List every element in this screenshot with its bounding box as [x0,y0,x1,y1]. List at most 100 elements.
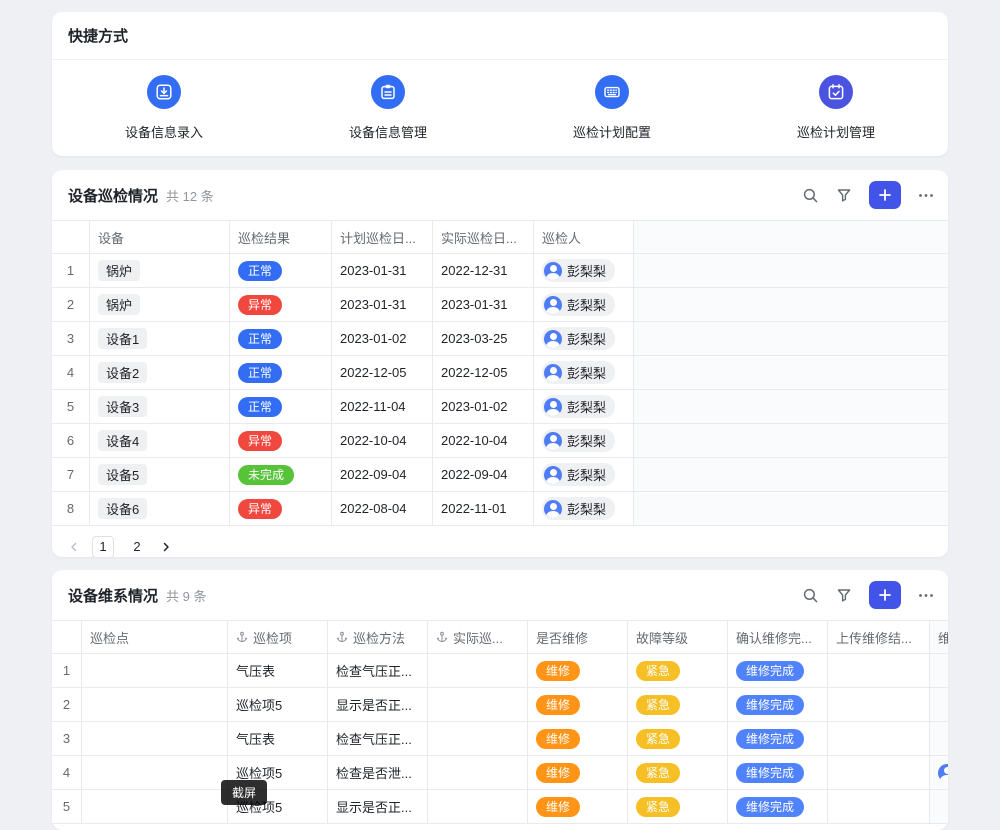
cell-method[interactable]: 检查是否泄... [328,756,428,789]
shortcut-plan-manage[interactable]: 巡检计划管理 [724,60,948,156]
cell-upload[interactable] [828,688,930,721]
row-number[interactable]: 5 [52,790,82,823]
cell-method[interactable]: 检查气压正... [328,654,428,687]
row-number[interactable]: 1 [52,254,90,287]
cell-upload[interactable] [828,654,930,687]
cell-plan-date[interactable]: 2022-10-04 [332,424,433,457]
col-cutoff[interactable]: 维... [930,621,948,653]
cell-level[interactable]: 紧急 [628,688,728,721]
col-point[interactable]: 巡检点 [82,621,228,653]
col-level[interactable]: 故障等级 [628,621,728,653]
col-upload[interactable]: 上传维修结... [828,621,930,653]
cell-plan-date[interactable]: 2023-01-02 [332,322,433,355]
cell-repair[interactable]: 维修 [528,790,628,823]
row-number[interactable]: 7 [52,458,90,491]
cell-plan-date[interactable]: 2023-01-31 [332,288,433,321]
cell-device[interactable]: 设备3 [90,390,230,423]
cell-result[interactable]: 异常 [230,288,332,321]
cell-inspector[interactable]: 彭梨梨 [534,458,634,491]
cell-actual-date[interactable]: 2022-09-04 [433,458,534,491]
cell-confirm[interactable]: 维修完成 [728,654,828,687]
cell-repair[interactable]: 维修 [528,654,628,687]
cell-point[interactable] [82,722,228,755]
cell-plan-date[interactable]: 2022-08-04 [332,492,433,525]
filter-icon[interactable] [836,587,852,603]
page-2-button[interactable]: 2 [126,536,148,558]
add-record-button[interactable] [869,181,901,209]
search-icon[interactable] [802,187,819,204]
row-number[interactable]: 2 [52,688,82,721]
cell-result[interactable]: 正常 [230,254,332,287]
cell-device[interactable]: 锅炉 [90,288,230,321]
cell-actual[interactable] [428,722,528,755]
col-row-number[interactable] [52,221,90,253]
row-number[interactable]: 3 [52,322,90,355]
cell-device[interactable]: 设备5 [90,458,230,491]
cell-repair[interactable]: 维修 [528,722,628,755]
cell-plan-date[interactable]: 2023-01-31 [332,254,433,287]
cell-device[interactable]: 设备1 [90,322,230,355]
cell-method[interactable]: 检查气压正... [328,722,428,755]
shortcut-plan-config[interactable]: 巡检计划配置 [500,60,724,156]
cell-plan-date[interactable]: 2022-11-04 [332,390,433,423]
cell-plan-date[interactable]: 2022-12-05 [332,356,433,389]
row-number[interactable]: 4 [52,356,90,389]
cell-device[interactable]: 设备4 [90,424,230,457]
cell-repair[interactable]: 维修 [528,688,628,721]
cell-actual-date[interactable]: 2023-01-02 [433,390,534,423]
col-row-number[interactable] [52,621,82,653]
cell-actual[interactable] [428,756,528,789]
cell-method[interactable]: 显示是否正... [328,688,428,721]
cell-actual-date[interactable]: 2023-01-31 [433,288,534,321]
col-device[interactable]: 设备 [90,221,230,253]
cell-device[interactable]: 设备6 [90,492,230,525]
cell-confirm[interactable]: 维修完成 [728,756,828,789]
shortcut-device-manage[interactable]: 设备信息管理 [276,60,500,156]
cell-actual-date[interactable]: 2022-12-05 [433,356,534,389]
cell-upload[interactable] [828,790,930,823]
cell-level[interactable]: 紧急 [628,756,728,789]
row-number[interactable]: 3 [52,722,82,755]
row-number[interactable]: 1 [52,654,82,687]
cell-item[interactable]: 气压表 [228,654,328,687]
cell-actual-date[interactable]: 2023-03-25 [433,322,534,355]
col-actual[interactable]: 实际巡... [428,621,528,653]
col-method[interactable]: 巡检方法 [328,621,428,653]
row-number[interactable]: 2 [52,288,90,321]
cell-actual[interactable] [428,654,528,687]
cell-confirm[interactable]: 维修完成 [728,722,828,755]
row-number[interactable]: 5 [52,390,90,423]
cell-point[interactable] [82,756,228,789]
cell-level[interactable]: 紧急 [628,654,728,687]
cell-plan-date[interactable]: 2022-09-04 [332,458,433,491]
cell-cutoff[interactable] [930,722,948,755]
row-number[interactable]: 6 [52,424,90,457]
cell-repair[interactable]: 维修 [528,756,628,789]
search-icon[interactable] [802,587,819,604]
cell-result[interactable]: 正常 [230,356,332,389]
prev-page-button[interactable] [68,541,80,553]
cell-cutoff[interactable] [930,688,948,721]
cell-cutoff[interactable] [930,790,948,823]
more-icon[interactable] [918,193,934,198]
cell-actual[interactable] [428,688,528,721]
cell-point[interactable] [82,654,228,687]
cell-point[interactable] [82,790,228,823]
cell-level[interactable]: 紧急 [628,790,728,823]
cell-inspector[interactable]: 彭梨梨 [534,424,634,457]
col-result[interactable]: 巡检结果 [230,221,332,253]
row-number[interactable]: 4 [52,756,82,789]
cell-cutoff[interactable] [930,654,948,687]
cell-upload[interactable] [828,756,930,789]
shortcut-device-entry[interactable]: 设备信息录入 [52,60,276,156]
cell-confirm[interactable]: 维修完成 [728,688,828,721]
col-inspector[interactable]: 巡检人 [534,221,634,253]
cell-result[interactable]: 正常 [230,390,332,423]
cell-inspector[interactable]: 彭梨梨 [534,390,634,423]
col-confirm[interactable]: 确认维修完... [728,621,828,653]
cell-result[interactable]: 异常 [230,424,332,457]
cell-actual-date[interactable]: 2022-12-31 [433,254,534,287]
cell-confirm[interactable]: 维修完成 [728,790,828,823]
cell-device[interactable]: 设备2 [90,356,230,389]
col-plan-date[interactable]: 计划巡检日... [332,221,433,253]
